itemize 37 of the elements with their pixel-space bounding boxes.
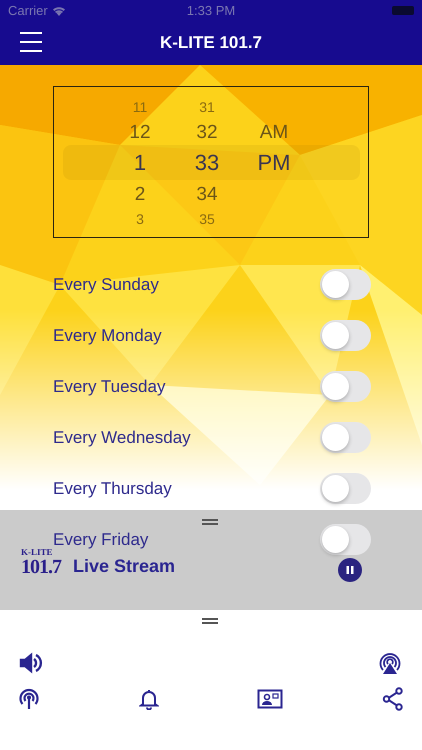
drag-handle[interactable] <box>202 519 218 525</box>
battery-icon <box>392 6 414 14</box>
picker-value[interactable]: 34 <box>196 184 218 204</box>
pause-button[interactable] <box>338 558 362 582</box>
menu-icon[interactable] <box>20 32 42 52</box>
picker-value[interactable]: 35 <box>199 212 215 226</box>
picker-value[interactable]: 11 <box>132 100 148 114</box>
day-label: Every Tuesday <box>53 376 166 396</box>
stream-title: Live Stream <box>73 556 176 577</box>
picker-value[interactable]: AM <box>260 122 288 142</box>
contact-card-icon[interactable] <box>257 687 284 711</box>
clock-time: 1:33 PM <box>186 2 236 18</box>
day-label: Every Thursday <box>53 478 173 498</box>
share-icon[interactable] <box>382 687 404 711</box>
drag-handle[interactable] <box>202 618 218 624</box>
picker-value[interactable]: 3 <box>136 212 144 226</box>
wifi-icon <box>52 4 66 16</box>
volume-icon[interactable] <box>19 651 43 675</box>
podcast-icon[interactable] <box>18 687 40 711</box>
carrier-label: Carrier <box>8 2 48 18</box>
day-label: Every Friday <box>53 530 150 550</box>
picker-value[interactable]: PM <box>258 152 290 174</box>
day-label: Every Monday <box>53 326 163 346</box>
logo-text: K-LITE <box>21 548 54 557</box>
picker-value[interactable]: 12 <box>129 122 151 142</box>
picker-value[interactable]: 33 <box>194 152 220 174</box>
picker-value[interactable]: 2 <box>134 184 146 204</box>
pause-icon <box>345 565 355 575</box>
bell-icon[interactable] <box>138 687 159 711</box>
airplay-icon[interactable] <box>377 651 403 675</box>
picker-value[interactable]: 32 <box>196 122 218 142</box>
logo-text: 101.7 <box>21 557 61 577</box>
picker-value[interactable]: 31 <box>199 100 215 114</box>
day-label: Every Wednesday <box>53 428 192 448</box>
app-title: K-LITE 101.7 <box>160 32 262 52</box>
picker-value[interactable]: 1 <box>134 152 146 174</box>
day-label: Every Sunday <box>53 274 160 294</box>
